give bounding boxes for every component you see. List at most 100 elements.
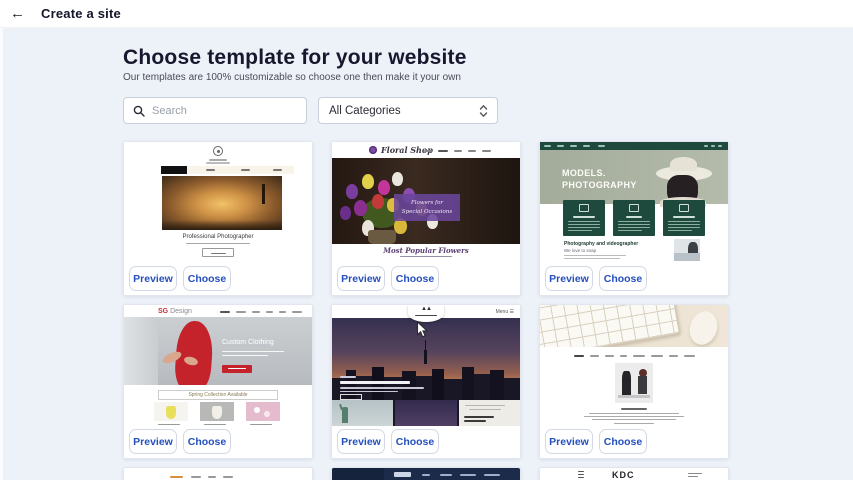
- text-line: [568, 221, 600, 222]
- hero-photo-keyboard-desk: [540, 305, 728, 347]
- text-line: [668, 227, 700, 228]
- mini-nav-item: [718, 145, 722, 147]
- mini-nav-item: [598, 145, 605, 147]
- mountain-logo-badge: ▲▲: [408, 305, 444, 322]
- template-card-models-photography[interactable]: MODELS. PHOTOGRAPHY: [539, 141, 729, 296]
- text-line: [584, 416, 684, 417]
- text-line: [211, 253, 226, 255]
- mini-nav-item: [482, 150, 491, 152]
- section-subheading: Our templates are 100% customizable so c…: [123, 72, 461, 83]
- card-actions: Preview Choose: [540, 263, 728, 295]
- hero-overlay-line2: Special Occasions: [402, 208, 452, 216]
- feature-card: [613, 200, 655, 236]
- mini-banner: Spring Collection Available: [158, 390, 278, 400]
- text-line: [209, 159, 227, 161]
- template-card-business[interactable]: Preview Choose: [539, 304, 729, 459]
- tower-spire: [424, 350, 427, 364]
- text-line: [614, 423, 654, 424]
- template-thumbnail-business: [540, 305, 728, 426]
- template-card-sg-design[interactable]: SG Design Custom Clothing Spring Collect…: [123, 304, 313, 459]
- feature-card: [663, 200, 705, 236]
- mini-nav-item: [454, 150, 462, 152]
- text-line: [340, 391, 398, 393]
- template-card-partial-2[interactable]: [331, 467, 521, 480]
- preview-button[interactable]: Preview: [337, 266, 385, 291]
- mini-nav-item: [605, 355, 614, 357]
- text-line: [464, 420, 486, 422]
- choose-button[interactable]: Choose: [391, 266, 439, 291]
- fence-post: [262, 184, 265, 204]
- preview-button[interactable]: Preview: [129, 266, 177, 291]
- mini-brand-rest: Design: [168, 308, 192, 315]
- preview-button[interactable]: Preview: [545, 429, 593, 454]
- text-line: [688, 476, 698, 477]
- building: [432, 369, 444, 400]
- mini-nav-item: [191, 476, 201, 478]
- aperture-logo-icon: [213, 146, 223, 156]
- mini-button: [394, 472, 411, 477]
- mini-nav-item: [460, 474, 476, 476]
- mini-article-subtitle: We love to snap: [564, 248, 596, 253]
- text-line: [618, 230, 642, 231]
- sketch-line: [465, 405, 505, 406]
- tulip: [340, 206, 351, 220]
- template-card-floral-shop[interactable]: Floral Shop: [331, 141, 521, 296]
- search-icon: [133, 105, 145, 117]
- choose-button[interactable]: Choose: [391, 429, 439, 454]
- text-line: [186, 243, 250, 244]
- text-line: [222, 355, 268, 356]
- mini-nav-item: [252, 311, 260, 313]
- mini-nav-item: [424, 150, 432, 152]
- template-card-photographer[interactable]: Professional Photographer Preview Choose: [123, 141, 313, 296]
- camera-icon: [679, 204, 689, 212]
- template-thumbnail-sg-design: SG Design Custom Clothing Spring Collect…: [124, 305, 312, 426]
- mini-nav-item: [669, 355, 678, 357]
- mini-nav-item: [223, 476, 233, 478]
- mini-nav-item: [220, 311, 230, 313]
- create-site-screen: ← Create a site Choose template for your…: [0, 0, 853, 480]
- back-arrow-icon[interactable]: ←: [10, 6, 25, 21]
- choose-button[interactable]: Choose: [183, 429, 231, 454]
- mini-nav-item: [633, 355, 645, 357]
- hero-photo-tulips: Flowers for Special Occasions: [332, 158, 520, 244]
- section-heading: Choose template for your website: [123, 46, 467, 70]
- preview-button[interactable]: Preview: [545, 266, 593, 291]
- card-actions: Preview Choose: [332, 426, 520, 458]
- text-line: [340, 381, 410, 384]
- search-input[interactable]: [152, 105, 292, 117]
- category-select[interactable]: All Categories: [318, 97, 498, 124]
- tulip: [354, 200, 367, 216]
- text-line: [250, 424, 272, 425]
- figure-shape: [638, 376, 647, 394]
- template-card-partial-3[interactable]: KDC: [539, 467, 729, 480]
- mini-nav-item: [438, 150, 448, 152]
- choose-button[interactable]: Choose: [183, 266, 231, 291]
- mini-nav-item: [590, 355, 599, 357]
- mini-nav-item: [574, 355, 584, 357]
- menu-text: Menu: [496, 309, 509, 315]
- mini-nav-item: [266, 311, 273, 313]
- product-thumb-floral: [246, 402, 280, 421]
- mini-nav-item: [544, 145, 551, 147]
- search-box[interactable]: [123, 97, 307, 124]
- text-line: [204, 424, 226, 425]
- building: [462, 367, 474, 400]
- text-line: [400, 256, 452, 257]
- hero-banner-red-dress: Custom Clothing: [124, 317, 312, 385]
- template-card-partial-1[interactable]: [123, 467, 313, 480]
- choose-button[interactable]: Choose: [599, 266, 647, 291]
- choose-button[interactable]: Choose: [599, 429, 647, 454]
- preview-button[interactable]: Preview: [337, 429, 385, 454]
- mini-navbar: [540, 142, 728, 150]
- statue-torch-arm: [339, 404, 343, 410]
- preview-button[interactable]: Preview: [129, 429, 177, 454]
- image-icon: [629, 204, 639, 212]
- template-card-city-travel[interactable]: ▲▲ Menu ☰: [331, 304, 521, 459]
- tulip: [346, 184, 358, 199]
- desk-shape: [618, 395, 650, 398]
- topbar: ← Create a site: [0, 0, 853, 28]
- text-line: [592, 419, 676, 420]
- hero-overlay-line1: Flowers for: [411, 199, 443, 207]
- photo-shadow: [162, 220, 282, 230]
- building: [372, 367, 384, 400]
